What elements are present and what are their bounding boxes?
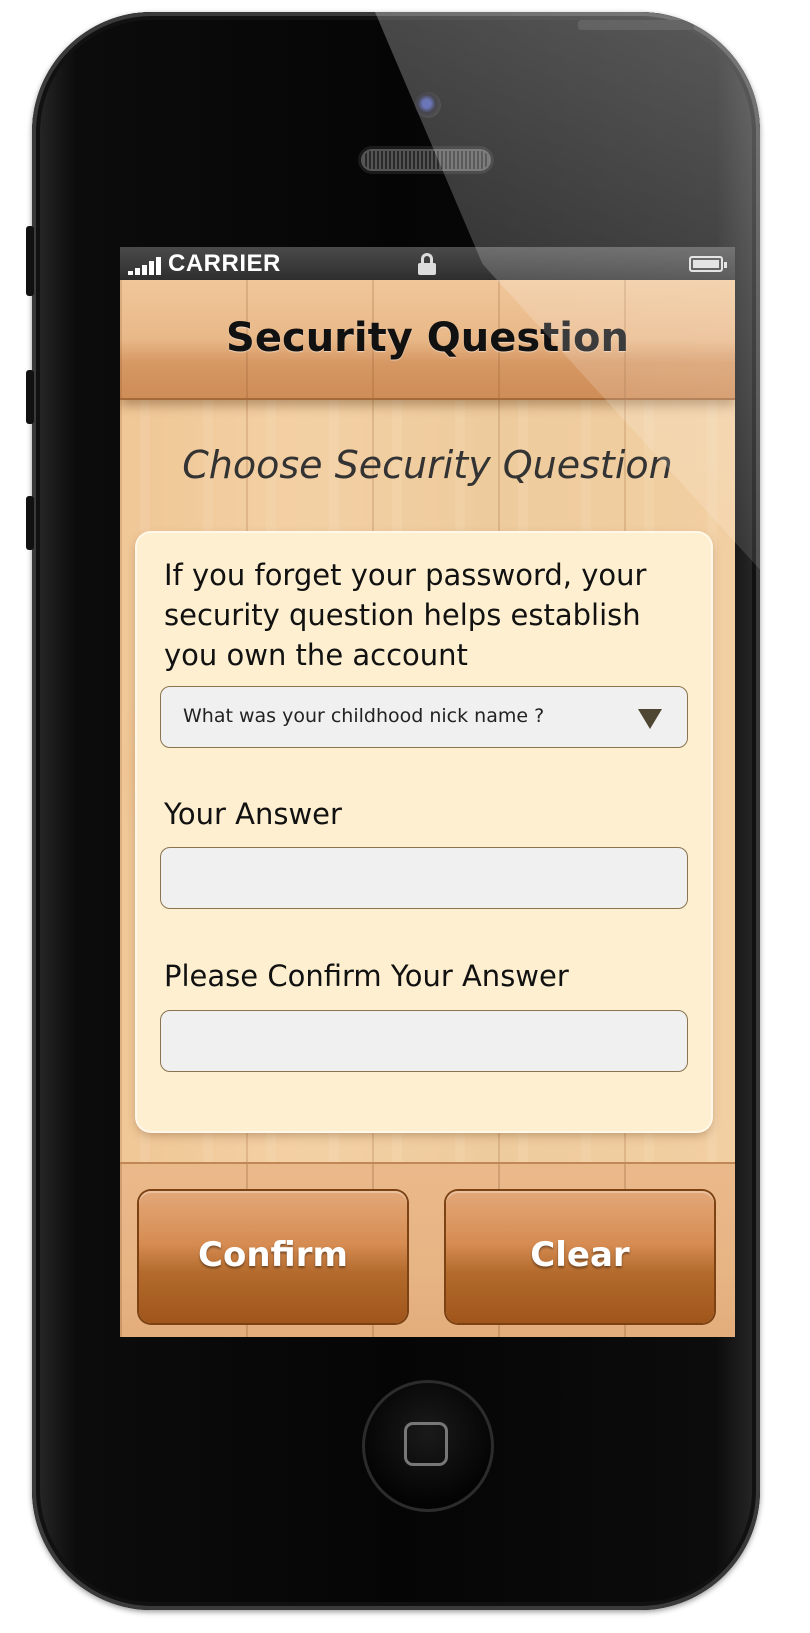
confirm-answer-field[interactable] bbox=[160, 1010, 688, 1072]
button-bar: Confirm Clear bbox=[120, 1162, 735, 1337]
clear-button-label: Clear bbox=[530, 1235, 630, 1275]
clear-button[interactable]: Clear bbox=[446, 1191, 714, 1323]
security-question-select[interactable]: What was your childhood nick name ? bbox=[160, 686, 688, 748]
triangle-down-icon[interactable] bbox=[638, 709, 662, 729]
answer-label: Your Answer bbox=[164, 797, 342, 831]
confirm-button-label: Confirm bbox=[198, 1235, 348, 1275]
earpiece-speaker bbox=[361, 149, 491, 171]
battery-icon bbox=[689, 256, 727, 272]
phone-frame: CARRIER Security Question Choose Securit… bbox=[32, 12, 760, 1610]
app-screen: CARRIER Security Question Choose Securit… bbox=[120, 247, 735, 1337]
carrier-name: CARRIER bbox=[168, 250, 281, 277]
volume-down-button bbox=[26, 496, 34, 550]
home-button-icon bbox=[404, 1422, 448, 1466]
signal-bars-icon bbox=[128, 257, 164, 275]
section-subtitle: Choose Security Question bbox=[182, 443, 673, 487]
app-header: Security Question bbox=[120, 280, 735, 400]
page-title: Security Question bbox=[226, 315, 629, 361]
card-description: If you forget your password, your securi… bbox=[164, 558, 647, 672]
status-bar: CARRIER bbox=[120, 247, 735, 280]
answer-field[interactable] bbox=[160, 847, 688, 909]
mute-switch bbox=[26, 226, 34, 296]
confirm-button[interactable]: Confirm bbox=[139, 1191, 407, 1323]
volume-up-button bbox=[26, 370, 34, 424]
security-question-card: If you forget your password, your securi… bbox=[137, 533, 711, 1131]
power-button bbox=[578, 20, 694, 30]
select-value: What was your childhood nick name ? bbox=[183, 705, 545, 727]
lock-icon bbox=[418, 253, 436, 275]
front-camera bbox=[415, 92, 441, 118]
confirm-answer-label: Please Confirm Your Answer bbox=[164, 959, 569, 993]
